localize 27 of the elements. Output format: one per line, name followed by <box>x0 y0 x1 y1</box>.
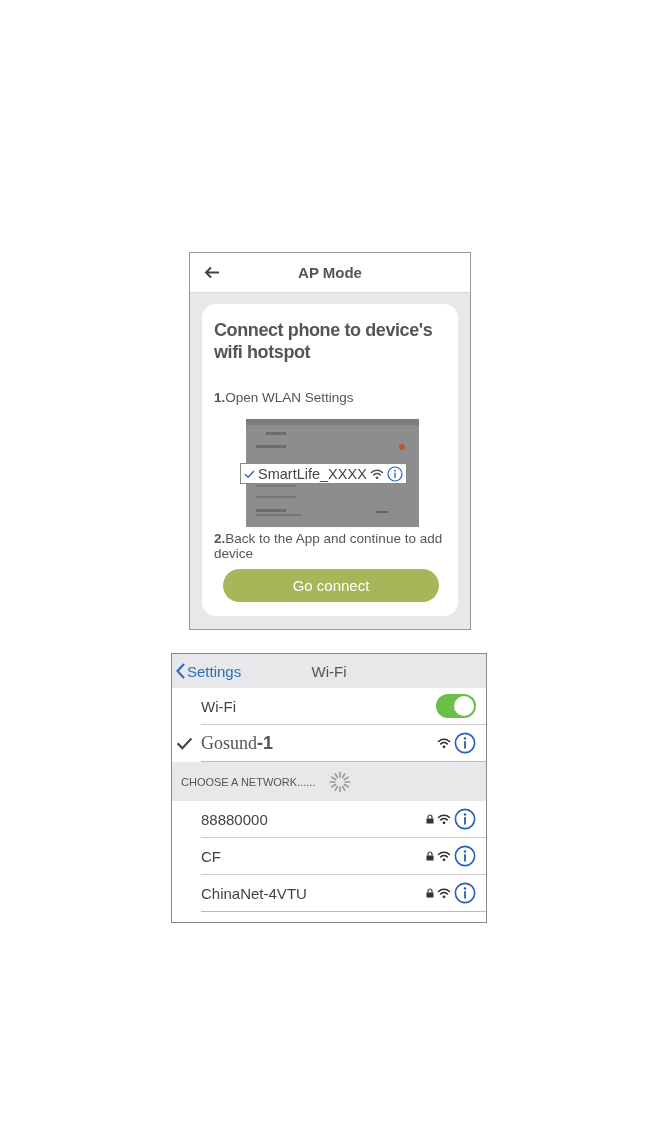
info-icon[interactable] <box>454 732 476 754</box>
toggle-switch[interactable] <box>436 694 476 718</box>
info-icon[interactable] <box>454 882 476 904</box>
network-name[interactable]: 88880000 <box>201 810 421 828</box>
step-text: 1.Open WLAN Settings <box>214 390 355 405</box>
screen-title: Wi-Fi <box>311 662 347 680</box>
wifi-icon <box>437 737 451 749</box>
network-name: SmartLife_XXXX <box>258 465 367 482</box>
setting-label: Wi-Fi <box>201 697 237 715</box>
wifi-icon <box>437 813 451 825</box>
step-text: 2.Back to the App and continue to add device <box>214 531 444 561</box>
heading: Connect phone to device's wifi hotspot <box>214 319 434 363</box>
section-header: CHOOSE A NETWORK...... <box>181 776 316 788</box>
wifi-icon <box>437 850 451 862</box>
wifi-icon <box>437 887 451 899</box>
network-name[interactable]: ChinaNet-4VTU <box>201 884 421 902</box>
back-arrow-icon[interactable] <box>204 266 220 279</box>
info-icon[interactable] <box>454 845 476 867</box>
chevron-left-icon <box>176 663 185 679</box>
network-name[interactable]: Gosund-1 <box>201 732 432 754</box>
back-button[interactable]: Settings <box>176 662 242 680</box>
info-icon[interactable] <box>454 808 476 830</box>
network-name[interactable]: CF <box>201 847 421 865</box>
spinner-icon <box>329 771 352 793</box>
wifi-icon <box>369 467 384 480</box>
screen-title: AP Mode <box>298 264 362 281</box>
info-icon[interactable] <box>386 465 403 482</box>
